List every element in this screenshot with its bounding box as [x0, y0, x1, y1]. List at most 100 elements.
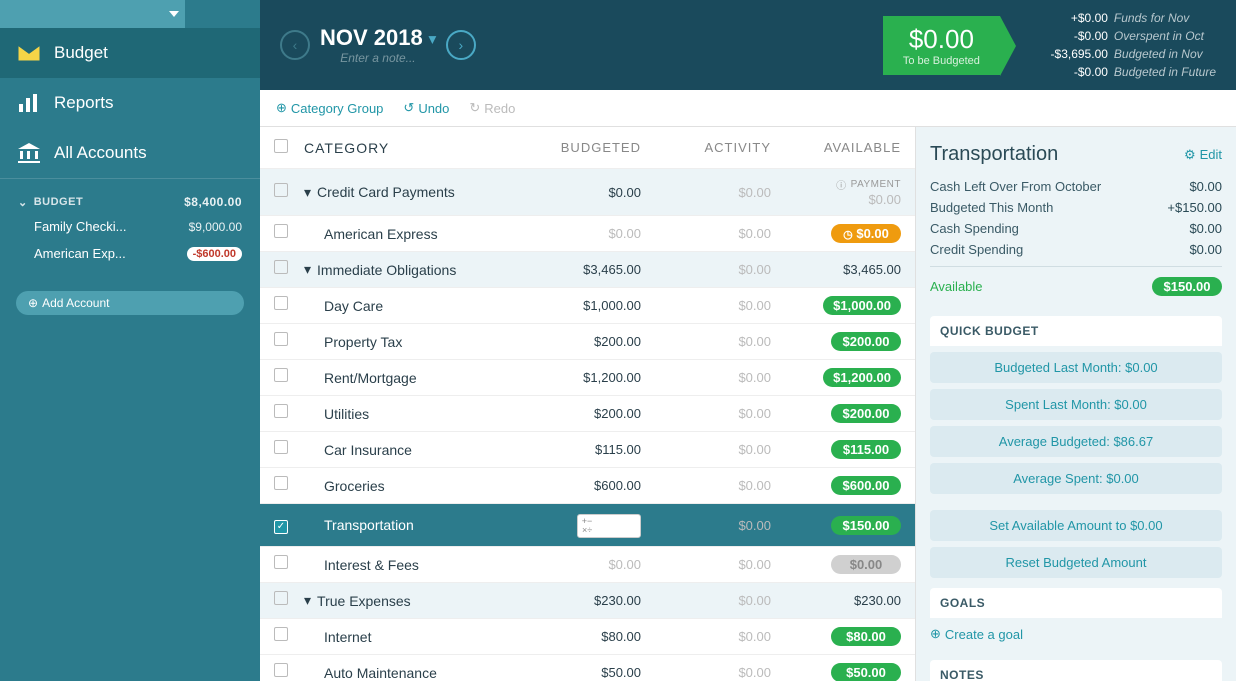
category-row[interactable]: Property Tax $200.00 $0.00 $200.00	[260, 324, 915, 360]
gear-icon: ⚙	[1184, 147, 1196, 163]
category-group-immediate[interactable]: ▾Immediate Obligations $3,465.00 $0.00 $…	[260, 252, 915, 288]
category-row[interactable]: Utilities $200.00 $0.00 $200.00	[260, 396, 915, 432]
category-budgeted[interactable]: $0.00	[511, 557, 641, 572]
available-pill[interactable]: $200.00	[831, 404, 901, 423]
category-activity: $0.00	[641, 406, 771, 421]
category-row[interactable]: Rent/Mortgage $1,200.00 $0.00 $1,200.00	[260, 360, 915, 396]
tbb-amount: $0.00	[903, 24, 980, 55]
row-checkbox[interactable]	[274, 332, 288, 346]
budget-group-label: Budget	[34, 196, 83, 208]
create-goal-button[interactable]: ⊕ Create a goal	[930, 618, 1222, 650]
month-nav: ‹ NOV 2018 ▾ Enter a note... ›	[280, 25, 476, 65]
quick-budget-action-button[interactable]: Set Available Amount to $0.00	[930, 510, 1222, 541]
row-checkbox[interactable]	[274, 404, 288, 418]
category-activity: $0.00	[641, 334, 771, 349]
inspector-title: Transportation	[930, 143, 1058, 166]
add-account-button[interactable]: ⊕ Add Account	[16, 291, 244, 315]
category-row[interactable]: Day Care $1,000.00 $0.00 $1,000.00	[260, 288, 915, 324]
row-checkbox[interactable]	[274, 296, 288, 310]
category-row[interactable]: Car Insurance $115.00 $0.00 $115.00	[260, 432, 915, 468]
add-account-label: Add Account	[42, 296, 109, 310]
category-budgeted[interactable]: $1,200.00	[511, 370, 641, 385]
category-name: Internet	[304, 629, 511, 645]
category-budgeted[interactable]: $0.00	[511, 226, 641, 241]
row-checkbox[interactable]	[274, 476, 288, 490]
next-month-button[interactable]: ›	[446, 30, 476, 60]
stat-label: Credit Spending	[930, 242, 1023, 257]
redo-label: Redo	[484, 101, 515, 116]
quick-budget-button[interactable]: Spent Last Month: $0.00	[930, 389, 1222, 420]
available-pill[interactable]: $0.00	[831, 555, 901, 574]
category-group-creditcards[interactable]: ▾Credit Card Payments $0.00 $0.00 ⓘPAYME…	[260, 169, 915, 216]
group-activity: $0.00	[641, 185, 771, 200]
category-budgeted[interactable]: $80.00	[511, 629, 641, 644]
budgeted-input[interactable]: +−×÷150.00	[577, 514, 641, 538]
row-checkbox[interactable]	[274, 368, 288, 382]
bank-icon	[18, 142, 40, 164]
category-budgeted[interactable]: $600.00	[511, 478, 641, 493]
inspector-panel: Transportation ⚙ Edit Cash Left Over Fro…	[916, 127, 1236, 681]
nav-budget-label: Budget	[54, 43, 108, 63]
category-row[interactable]: Internet $80.00 $0.00 $80.00	[260, 619, 915, 655]
category-budgeted[interactable]: $50.00	[511, 665, 641, 680]
budget-selector-dropdown[interactable]	[0, 0, 185, 28]
header-available: AVAILABLE	[771, 140, 901, 155]
category-budgeted[interactable]: $1,000.00	[511, 298, 641, 313]
row-checkbox[interactable]	[274, 224, 288, 238]
category-name: American Express	[304, 226, 511, 242]
available-pill[interactable]: $200.00	[831, 332, 901, 351]
category-row[interactable]: Interest & Fees $0.00 $0.00 $0.00	[260, 547, 915, 583]
category-name: Transportation	[304, 517, 511, 533]
row-checkbox[interactable]: ✓	[274, 520, 288, 534]
category-budgeted[interactable]: $115.00	[511, 442, 641, 457]
budget-accounts-group[interactable]: ⌄ Budget $8,400.00	[14, 191, 246, 213]
category-budgeted[interactable]: $200.00	[511, 406, 641, 421]
category-budgeted[interactable]: $200.00	[511, 334, 641, 349]
available-pill[interactable]: ◷ $0.00	[831, 224, 901, 243]
nav-accounts[interactable]: All Accounts	[0, 128, 260, 178]
group-checkbox[interactable]	[274, 260, 288, 274]
row-checkbox[interactable]	[274, 627, 288, 641]
envelope-icon	[18, 42, 40, 64]
row-checkbox[interactable]	[274, 663, 288, 677]
available-pill[interactable]: $115.00	[831, 440, 901, 459]
group-checkbox[interactable]	[274, 183, 288, 197]
group-name: Immediate Obligations	[317, 262, 456, 278]
group-available: $230.00	[771, 593, 901, 608]
available-pill[interactable]: $1,000.00	[823, 296, 901, 315]
category-row-amex[interactable]: American Express $0.00 $0.00 ◷ $0.00	[260, 216, 915, 252]
redo-button[interactable]: ↻ Redo	[469, 100, 515, 116]
goals-header: GOALS	[930, 588, 1222, 618]
quick-budget-button[interactable]: Average Spent: $0.00	[930, 463, 1222, 494]
quick-budget-action-button[interactable]: Reset Budgeted Amount	[930, 547, 1222, 578]
undo-button[interactable]: ↺ Undo	[403, 100, 449, 116]
nav-reports[interactable]: Reports	[0, 78, 260, 128]
select-all-checkbox[interactable]	[274, 139, 288, 153]
stat-value: $0.00	[1189, 242, 1222, 257]
edit-category-button[interactable]: ⚙ Edit	[1184, 147, 1222, 163]
available-pill[interactable]: $1,200.00	[823, 368, 901, 387]
available-pill[interactable]: $50.00	[831, 663, 901, 681]
quick-budget-button[interactable]: Budgeted Last Month: $0.00	[930, 352, 1222, 383]
category-row[interactable]: Auto Maintenance $50.00 $0.00 $50.00	[260, 655, 915, 681]
nav-budget[interactable]: Budget	[0, 28, 260, 78]
row-checkbox[interactable]	[274, 440, 288, 454]
quick-budget-button[interactable]: Average Budgeted: $86.67	[930, 426, 1222, 457]
available-pill[interactable]: $150.00	[831, 516, 901, 535]
account-row-amex[interactable]: American Exp... -$600.00	[14, 240, 246, 267]
group-checkbox[interactable]	[274, 591, 288, 605]
month-note-placeholder[interactable]: Enter a note...	[320, 51, 436, 65]
available-pill[interactable]: $80.00	[831, 627, 901, 646]
month-label[interactable]: NOV 2018 ▾ Enter a note...	[320, 25, 436, 65]
account-name: Family Checki...	[34, 219, 126, 234]
group-budgeted: $230.00	[511, 593, 641, 608]
month-text: NOV 2018	[320, 25, 423, 50]
add-category-group-button[interactable]: ⊕ Category Group	[276, 100, 383, 116]
available-pill[interactable]: $600.00	[831, 476, 901, 495]
category-row[interactable]: ✓ Transportation +−×÷150.00 $0.00 $150.0…	[260, 504, 915, 547]
row-checkbox[interactable]	[274, 555, 288, 569]
account-row-checking[interactable]: Family Checki... $9,000.00	[14, 213, 246, 240]
prev-month-button[interactable]: ‹	[280, 30, 310, 60]
category-group-true-expenses[interactable]: ▾True Expenses $230.00 $0.00 $230.00	[260, 583, 915, 619]
category-row[interactable]: Groceries $600.00 $0.00 $600.00	[260, 468, 915, 504]
